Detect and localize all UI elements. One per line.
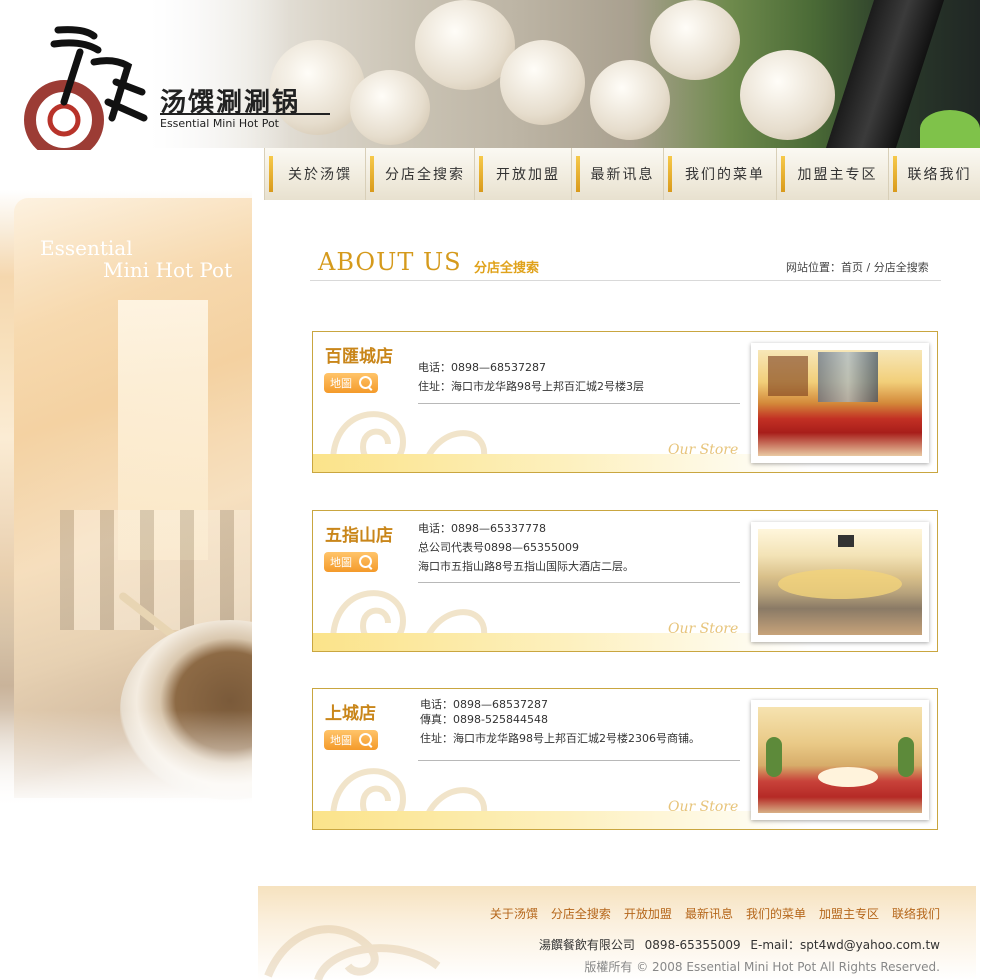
nav-marker <box>576 156 580 192</box>
store-phone: 电话：0898—68537287 <box>420 698 548 711</box>
store-name: 百匯城店 <box>325 347 393 367</box>
logo-divider <box>160 113 330 115</box>
store-address: 住址：海口市龙华路98号上邦百汇城2号楼3层 <box>418 380 644 393</box>
store-name: 上城店 <box>325 704 376 724</box>
main-nav: 关於汤馔 分店全搜索 开放加盟 最新讯息 我们的菜单 加盟主专区 联络我们 <box>264 148 980 200</box>
restaurant-interior-image <box>758 529 922 635</box>
store-photo <box>751 343 929 463</box>
side-banner-image: Essential Mini Hot Pot <box>0 190 252 810</box>
store-card: 百匯城店 地圖 电话：0898—68537287 住址：海口市龙华路98号上邦百… <box>312 331 938 473</box>
store-card: 上城店 地圖 电话：0898—68537287 傳真：0898-52584454… <box>312 688 938 830</box>
nav-marker <box>370 156 374 192</box>
private-dining-room-image <box>758 707 922 813</box>
footer-link-news[interactable]: 最新讯息 <box>685 905 733 922</box>
nav-label: 关於汤馔 <box>288 167 352 183</box>
floral-decoration-icon <box>264 925 441 980</box>
nav-item-about[interactable]: 关於汤馔 <box>264 148 365 200</box>
site-header: 汤馔涮涮锅 Essential Mini Hot Pot 关於汤馔 分店全搜索 … <box>0 0 980 200</box>
logo-english-name: Essential Mini Hot Pot <box>160 117 279 130</box>
our-store-watermark: Our Store <box>668 442 739 458</box>
map-button-label: 地圖 <box>330 377 352 390</box>
info-divider <box>418 403 740 404</box>
nav-item-news[interactable]: 最新讯息 <box>571 148 663 200</box>
nav-item-franchise[interactable]: 开放加盟 <box>474 148 571 200</box>
info-divider <box>418 582 740 583</box>
map-button-label: 地圖 <box>330 556 352 569</box>
footer-company-info: 湯饌餐飲有限公司 0898-65355009 E-mail：spt4wd@yah… <box>538 938 940 952</box>
store-phone: 电话：0898—68537287 <box>418 361 546 374</box>
side-tagline-line1: Essential <box>40 236 133 260</box>
nav-marker <box>668 156 672 192</box>
site-footer: 关于汤馔 分店全搜索 开放加盟 最新讯息 我们的菜单 加盟主专区 联络我们 湯饌… <box>258 886 976 980</box>
nav-item-contact[interactable]: 联络我们 <box>888 148 980 200</box>
store-name: 五指山店 <box>325 526 393 546</box>
footer-nav: 关于汤馔 分店全搜索 开放加盟 最新讯息 我们的菜单 加盟主专区 联络我们 <box>490 905 940 922</box>
footer-link-franchisee-area[interactable]: 加盟主专区 <box>819 905 879 922</box>
map-button[interactable]: 地圖 <box>324 730 378 750</box>
store-phone: 电话：0898—65337778 <box>418 522 546 535</box>
page-title-cn: 分店全搜索 <box>474 261 540 276</box>
store-info: 电话：0898—68537287 住址：海口市龙华路98号上邦百汇城2号楼3层 <box>418 358 644 396</box>
nav-label: 加盟主专区 <box>797 167 878 183</box>
nav-marker <box>893 156 897 192</box>
info-divider <box>418 760 740 761</box>
footer-link-contact[interactable]: 联络我们 <box>892 905 940 922</box>
store-photo <box>751 522 929 642</box>
side-tagline-line2: Mini Hot Pot <box>103 258 233 282</box>
map-button-label: 地圖 <box>330 734 352 747</box>
page-title-en: ABOUT US <box>318 248 462 276</box>
our-store-watermark: Our Store <box>668 621 739 637</box>
footer-copyright: 版權所有 © 2008 Essential Mini Hot Pot All R… <box>584 960 940 974</box>
store-fax: 傳真：0898-525844548 <box>420 713 548 726</box>
map-button[interactable]: 地圖 <box>324 373 378 393</box>
magnifier-icon <box>359 733 372 746</box>
breadcrumb: 网站位置：首页 / 分店全搜索 <box>786 261 929 274</box>
store-hq-phone: 总公司代表号0898—65355009 <box>418 541 579 554</box>
nav-item-store-search[interactable]: 分店全搜索 <box>365 148 474 200</box>
magnifier-icon <box>359 555 372 568</box>
store-info: 电话：0898—68537287 傳真：0898-525844548 住址：海口… <box>420 697 700 746</box>
store-address: 住址：海口市龙华路98号上邦百汇城2号楼2306号商铺。 <box>420 732 700 745</box>
footer-link-menu[interactable]: 我们的菜单 <box>746 905 806 922</box>
map-button[interactable]: 地圖 <box>324 552 378 572</box>
magnifier-icon <box>359 376 372 389</box>
footer-link-store-search[interactable]: 分店全搜索 <box>551 905 611 922</box>
logo-brush-icon <box>24 26 148 150</box>
nav-marker <box>781 156 785 192</box>
footer-link-about[interactable]: 关于汤馔 <box>490 905 538 922</box>
footer-link-franchise[interactable]: 开放加盟 <box>624 905 672 922</box>
nav-item-menu[interactable]: 我们的菜单 <box>663 148 776 200</box>
store-card: 五指山店 地圖 电话：0898—65337778 总公司代表号0898—6535… <box>312 510 938 652</box>
title-divider <box>310 280 941 281</box>
nav-marker <box>479 156 483 192</box>
nav-label: 分店全搜索 <box>385 167 465 183</box>
nav-marker <box>269 156 273 192</box>
nav-item-franchisee-area[interactable]: 加盟主专区 <box>776 148 888 200</box>
store-info: 电话：0898—65337778 总公司代表号0898—65355009 海口市… <box>418 519 634 576</box>
restaurant-interior-image <box>758 350 922 456</box>
nav-label: 最新讯息 <box>590 167 655 183</box>
store-photo <box>751 700 929 820</box>
nav-label: 联络我们 <box>907 167 972 183</box>
nav-label: 我们的菜单 <box>685 167 765 183</box>
our-store-watermark: Our Store <box>668 799 739 815</box>
nav-label: 开放加盟 <box>496 167 560 183</box>
store-address: 海口市五指山路8号五指山国际大酒店二层。 <box>418 560 634 573</box>
